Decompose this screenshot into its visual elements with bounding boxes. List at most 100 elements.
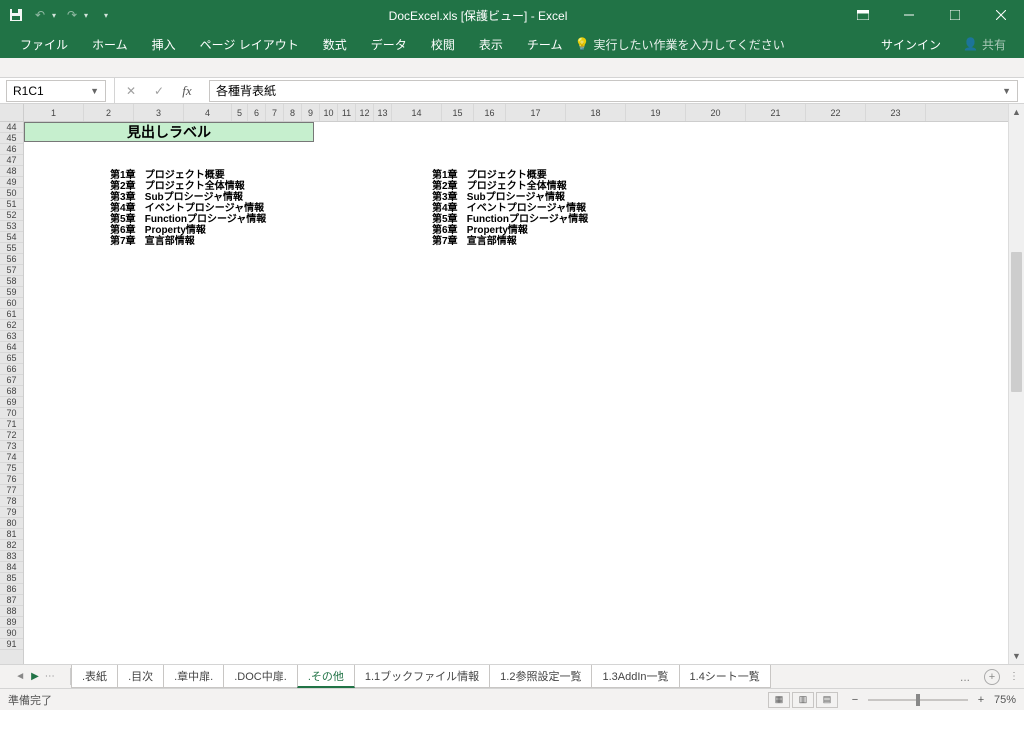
- row-header[interactable]: 91: [0, 639, 23, 650]
- tab-data[interactable]: データ: [359, 30, 419, 58]
- column-header[interactable]: 7: [266, 104, 284, 121]
- column-header[interactable]: 12: [356, 104, 374, 121]
- tab-page-layout[interactable]: ページ レイアウト: [188, 30, 311, 58]
- column-header[interactable]: 15: [442, 104, 474, 121]
- row-header[interactable]: 75: [0, 463, 23, 474]
- row-header[interactable]: 55: [0, 243, 23, 254]
- row-header[interactable]: 80: [0, 518, 23, 529]
- tab-team[interactable]: チーム: [515, 30, 575, 58]
- page-layout-view-icon[interactable]: ▥: [792, 692, 814, 708]
- row-header[interactable]: 70: [0, 408, 23, 419]
- signin-link[interactable]: サインイン: [869, 36, 953, 53]
- row-header[interactable]: 59: [0, 287, 23, 298]
- row-header[interactable]: 83: [0, 551, 23, 562]
- tab-formulas[interactable]: 数式: [311, 30, 359, 58]
- column-header[interactable]: 19: [626, 104, 686, 121]
- qat-customize-icon[interactable]: ▾: [104, 11, 108, 20]
- name-box-dropdown-icon[interactable]: ▼: [90, 86, 99, 96]
- enter-icon[interactable]: ✓: [145, 78, 173, 103]
- formula-input[interactable]: 各種背表紙 ▼: [209, 80, 1018, 102]
- row-header[interactable]: 58: [0, 276, 23, 287]
- fx-icon[interactable]: fx: [173, 78, 201, 103]
- sheet-nav-more-icon[interactable]: ⋯: [45, 671, 55, 682]
- minimize-button[interactable]: [886, 0, 932, 30]
- row-header[interactable]: 84: [0, 562, 23, 573]
- column-header[interactable]: 10: [320, 104, 338, 121]
- row-header[interactable]: 72: [0, 430, 23, 441]
- row-header[interactable]: 82: [0, 540, 23, 551]
- row-header[interactable]: 67: [0, 375, 23, 386]
- tab-insert[interactable]: 挿入: [140, 30, 188, 58]
- row-header[interactable]: 63: [0, 331, 23, 342]
- zoom-in-button[interactable]: +: [974, 694, 988, 706]
- select-all-corner[interactable]: [0, 104, 23, 122]
- sheet-tab[interactable]: .DOC中扉.: [223, 665, 298, 688]
- undo-dropdown-icon[interactable]: ▾: [52, 11, 56, 20]
- redo-dropdown-icon[interactable]: ▾: [84, 11, 88, 20]
- row-header[interactable]: 68: [0, 386, 23, 397]
- heading-label-cell[interactable]: 見出しラベル: [24, 122, 314, 142]
- column-header[interactable]: 16: [474, 104, 506, 121]
- row-header[interactable]: 47: [0, 155, 23, 166]
- row-header[interactable]: 57: [0, 265, 23, 276]
- row-header[interactable]: 69: [0, 397, 23, 408]
- row-header[interactable]: 49: [0, 177, 23, 188]
- row-header[interactable]: 54: [0, 232, 23, 243]
- column-header[interactable]: 14: [392, 104, 442, 121]
- zoom-out-button[interactable]: −: [848, 694, 862, 706]
- row-header[interactable]: 87: [0, 595, 23, 606]
- tab-home[interactable]: ホーム: [80, 30, 140, 58]
- page-break-view-icon[interactable]: ▤: [816, 692, 838, 708]
- column-header[interactable]: 18: [566, 104, 626, 121]
- row-header[interactable]: 78: [0, 496, 23, 507]
- maximize-button[interactable]: [932, 0, 978, 30]
- row-header[interactable]: 85: [0, 573, 23, 584]
- grid-cells[interactable]: 見出しラベル 第1章 プロジェクト概要第2章 プロジェクト全体情報第3章 Sub…: [24, 122, 1008, 664]
- row-header[interactable]: 51: [0, 199, 23, 210]
- row-header[interactable]: 44: [0, 122, 23, 133]
- worksheet-grid[interactable]: 4445464748495051525354555657585960616263…: [0, 104, 1024, 664]
- column-header[interactable]: 3: [134, 104, 184, 121]
- column-header[interactable]: 11: [338, 104, 356, 121]
- new-sheet-button[interactable]: +: [980, 665, 1004, 688]
- row-header[interactable]: 77: [0, 485, 23, 496]
- sheet-tab[interactable]: .目次: [117, 665, 164, 688]
- sheet-nav-first-icon[interactable]: ◄: [15, 671, 25, 682]
- row-header[interactable]: 89: [0, 617, 23, 628]
- scroll-down-icon[interactable]: ▼: [1009, 648, 1024, 664]
- tab-file[interactable]: ファイル: [8, 30, 80, 58]
- column-header[interactable]: 13: [374, 104, 392, 121]
- row-header[interactable]: 48: [0, 166, 23, 177]
- zoom-value[interactable]: 75%: [994, 694, 1016, 706]
- sheet-overflow-icon[interactable]: ...: [950, 665, 980, 688]
- tab-view[interactable]: 表示: [467, 30, 515, 58]
- row-header[interactable]: 79: [0, 507, 23, 518]
- row-header[interactable]: 66: [0, 364, 23, 375]
- close-button[interactable]: [978, 0, 1024, 30]
- scroll-thumb[interactable]: [1011, 252, 1022, 392]
- column-header[interactable]: 2: [84, 104, 134, 121]
- row-header[interactable]: 46: [0, 144, 23, 155]
- sheet-tab[interactable]: .章中扉.: [163, 665, 224, 688]
- row-header[interactable]: 62: [0, 320, 23, 331]
- cancel-icon[interactable]: ✕: [117, 78, 145, 103]
- normal-view-icon[interactable]: ▦: [768, 692, 790, 708]
- column-header[interactable]: 4: [184, 104, 232, 121]
- column-header[interactable]: 1: [24, 104, 84, 121]
- row-header[interactable]: 64: [0, 342, 23, 353]
- sheet-tab[interactable]: 1.2参照設定一覧: [489, 665, 592, 688]
- row-header[interactable]: 45: [0, 133, 23, 144]
- column-header[interactable]: 9: [302, 104, 320, 121]
- column-header[interactable]: 21: [746, 104, 806, 121]
- row-header[interactable]: 65: [0, 353, 23, 364]
- sheet-tab[interactable]: 1.3AddIn一覧: [591, 665, 679, 688]
- column-header[interactable]: 5: [232, 104, 248, 121]
- row-header[interactable]: 60: [0, 298, 23, 309]
- column-header[interactable]: 22: [806, 104, 866, 121]
- column-header[interactable]: 20: [686, 104, 746, 121]
- sheet-tab[interactable]: 1.1ブックファイル情報: [354, 665, 490, 688]
- share-button[interactable]: 👤 共有: [953, 36, 1016, 53]
- zoom-slider[interactable]: [868, 699, 968, 701]
- ribbon-display-icon[interactable]: [840, 0, 886, 30]
- zoom-slider-thumb[interactable]: [916, 694, 920, 706]
